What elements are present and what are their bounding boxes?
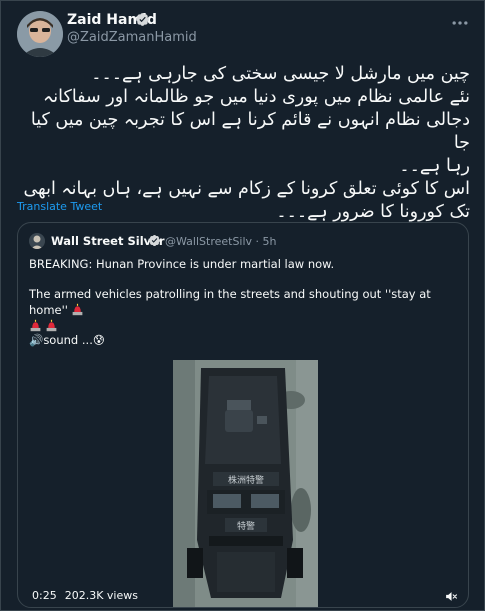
police-light-icon bbox=[46, 319, 57, 332]
video-time: 0:25 bbox=[32, 589, 57, 602]
sound-text: 🔊sound ...😰 bbox=[29, 333, 105, 347]
quoted-text-line: BREAKING: Hunan Province is under martia… bbox=[29, 257, 335, 271]
quoted-author-avatar[interactable] bbox=[29, 233, 45, 249]
tweet-text-line: نئے عالمی نظام میں پوری دنیا میں جو ظالم… bbox=[43, 87, 470, 107]
tweet-text-line: چین میں مارشل لا جیسی سختی کی جارہی ہے۔۔… bbox=[91, 64, 470, 84]
author-avatar[interactable] bbox=[17, 11, 63, 57]
tweet-text-line: رہا ہے۔۔ bbox=[399, 156, 470, 176]
quoted-text-line: The armed vehicles patrolling in the str… bbox=[29, 287, 431, 317]
translate-tweet-link[interactable]: Translate Tweet bbox=[17, 200, 102, 213]
quoted-author-handle[interactable]: @WallStreetSilv · 5h bbox=[165, 235, 277, 248]
mute-icon[interactable] bbox=[444, 590, 458, 603]
vehicle-top-lettering: 株洲特警 bbox=[228, 474, 264, 486]
video-stats: 0:25 202.3K views bbox=[32, 589, 138, 602]
police-light-icon bbox=[30, 319, 41, 332]
verified-badge-icon bbox=[148, 234, 161, 247]
more-horizontal-icon[interactable] bbox=[450, 13, 470, 33]
police-light-icon bbox=[72, 303, 83, 316]
verified-badge-icon bbox=[136, 13, 149, 26]
tweet-text-line: دجالی نظام انہوں نے قائم کرنا ہے اس کا ت… bbox=[30, 110, 470, 153]
author-handle[interactable]: @ZaidZamanHamid bbox=[67, 30, 197, 45]
vehicle-front-lettering: 特警 bbox=[237, 520, 255, 532]
video-player[interactable]: 株洲特警 特警 bbox=[173, 360, 318, 607]
tweet-card[interactable]: Zaid Hamid @ZaidZamanHamid چین میں مارشل… bbox=[0, 0, 485, 611]
quoted-tweet[interactable]: Wall Street Silver @WallStreetSilv · 5h … bbox=[17, 222, 469, 608]
armored-vehicle-image: 株洲特警 特警 bbox=[173, 360, 318, 607]
tweet-text-line: اس کا کوئی تعلق کرونا کے زکام سے نہیں ہے… bbox=[23, 179, 470, 199]
quoted-text-paragraph: The armed vehicles patrolling in the str… bbox=[29, 286, 454, 334]
video-views: 202.3K views bbox=[64, 589, 138, 602]
